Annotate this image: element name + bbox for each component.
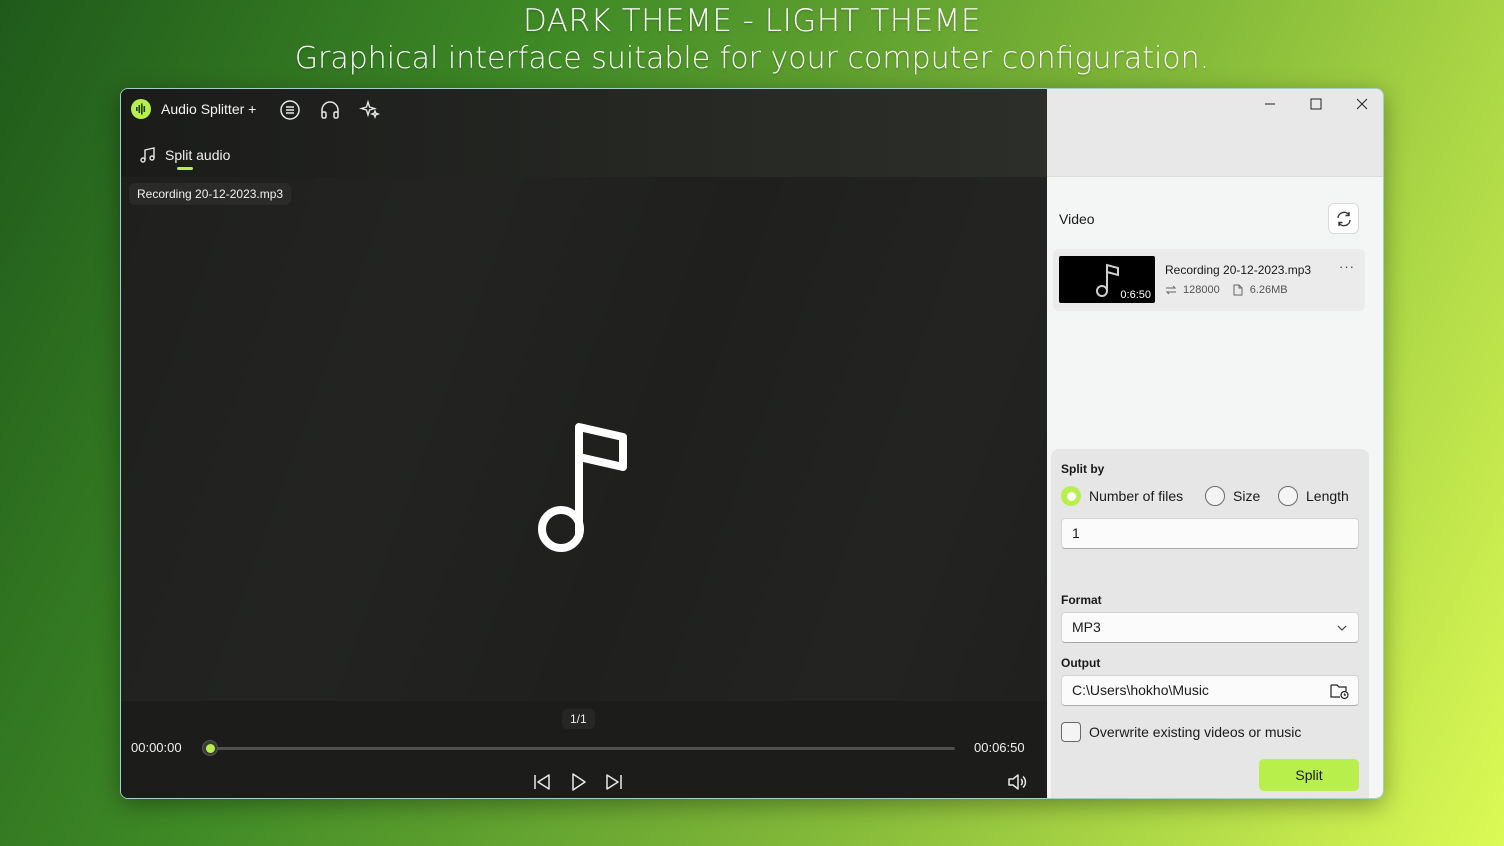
light-title-bar: [1047, 89, 1383, 177]
music-note-icon: [1096, 263, 1119, 297]
radio-number-of-files[interactable]: Number of files: [1061, 486, 1183, 506]
radio-label: Length: [1306, 488, 1349, 504]
radio-indicator: [1205, 486, 1225, 506]
total-time: 00:06:50: [974, 740, 1025, 755]
file-size: 6.26MB: [1249, 284, 1288, 296]
tab-split-audio[interactable]: Split audio: [139, 143, 230, 167]
video-section-title: Video: [1059, 211, 1095, 227]
bitrate-icon: [1165, 285, 1177, 295]
light-theme-pane: Video 0:6:50 Recording 20-12-2023.mp3 12…: [1047, 89, 1383, 798]
file-counter: 1/1: [562, 709, 595, 729]
promo-title: DARK THEME - LIGHT THEME: [522, 3, 982, 39]
headphones-icon[interactable]: [319, 99, 341, 121]
title-bar: Audio Splitter + Split audio: [121, 89, 1047, 177]
refresh-button[interactable]: [1328, 203, 1359, 234]
play-icon[interactable]: [567, 771, 589, 793]
file-duration: 0:6:50: [1120, 289, 1151, 301]
output-label: Output: [1061, 656, 1101, 670]
music-note-icon: [538, 423, 627, 552]
current-time: 00:00:00: [131, 740, 182, 755]
output-path-value: C:\Users\hokho\Music: [1072, 682, 1209, 698]
radio-size[interactable]: Size: [1205, 486, 1260, 506]
chevron-down-icon: [1337, 625, 1347, 631]
seek-thumb[interactable]: [202, 740, 218, 756]
sparkle-icon[interactable]: [359, 99, 381, 121]
file-thumbnail: 0:6:50: [1059, 256, 1155, 303]
more-options-button[interactable]: ···: [1339, 259, 1355, 274]
radio-label: Number of files: [1089, 488, 1184, 504]
radio-length[interactable]: Length: [1278, 486, 1349, 506]
dark-theme-pane: Audio Splitter + Split audio Recording 2…: [121, 89, 1047, 798]
folder-open-icon[interactable]: [1330, 682, 1350, 700]
app-window: Audio Splitter + Split audio Recording 2…: [120, 88, 1384, 799]
checkbox-box: [1061, 722, 1081, 742]
app-logo-icon: [131, 99, 151, 119]
overwrite-checkbox[interactable]: Overwrite existing videos or music: [1061, 722, 1301, 742]
app-title: Audio Splitter +: [161, 101, 257, 117]
volume-icon[interactable]: [1006, 771, 1028, 793]
player-controls: 1/1 00:00:00 00:06:50: [121, 701, 1047, 798]
file-list-item[interactable]: 0:6:50 Recording 20-12-2023.mp3 128000 6…: [1053, 249, 1365, 311]
current-file-chip: Recording 20-12-2023.mp3: [129, 183, 292, 205]
maximize-icon[interactable]: [1301, 95, 1331, 113]
file-name: Recording 20-12-2023.mp3: [1165, 263, 1312, 277]
promo-headline: DARK THEME - LIGHT THEME Graphical inter…: [0, 2, 1504, 78]
checkbox-label: Overwrite existing videos or music: [1089, 724, 1302, 740]
split-settings-panel: Split by Number of files Size Length 1 F…: [1051, 449, 1369, 798]
file-icon: [1233, 284, 1243, 296]
close-icon[interactable]: [1347, 95, 1377, 113]
split-button[interactable]: Split: [1259, 759, 1359, 791]
split-count-input[interactable]: 1: [1061, 518, 1359, 549]
promo-subtitle: Graphical interface suitable for your co…: [294, 41, 1210, 76]
file-bitrate: 128000: [1183, 284, 1220, 296]
radio-label: Size: [1233, 488, 1261, 504]
format-label: Format: [1061, 593, 1102, 607]
seek-track[interactable]: [209, 747, 955, 750]
radio-indicator: [1278, 486, 1298, 506]
minimize-icon[interactable]: [1255, 95, 1285, 113]
list-menu-icon[interactable]: [279, 99, 301, 121]
split-by-label: Split by: [1061, 462, 1105, 476]
output-path-input[interactable]: C:\Users\hokho\Music: [1061, 675, 1359, 706]
music-note-icon: [140, 147, 155, 163]
active-tab-indicator: [177, 167, 193, 170]
format-value: MP3: [1072, 619, 1101, 635]
radio-indicator: [1061, 486, 1081, 506]
refresh-icon: [1336, 211, 1351, 226]
file-meta: 128000 6.26MB: [1165, 284, 1288, 296]
previous-track-icon[interactable]: [531, 771, 553, 793]
next-track-icon[interactable]: [603, 771, 625, 793]
format-select[interactable]: MP3: [1061, 612, 1359, 643]
tab-label: Split audio: [165, 147, 231, 163]
